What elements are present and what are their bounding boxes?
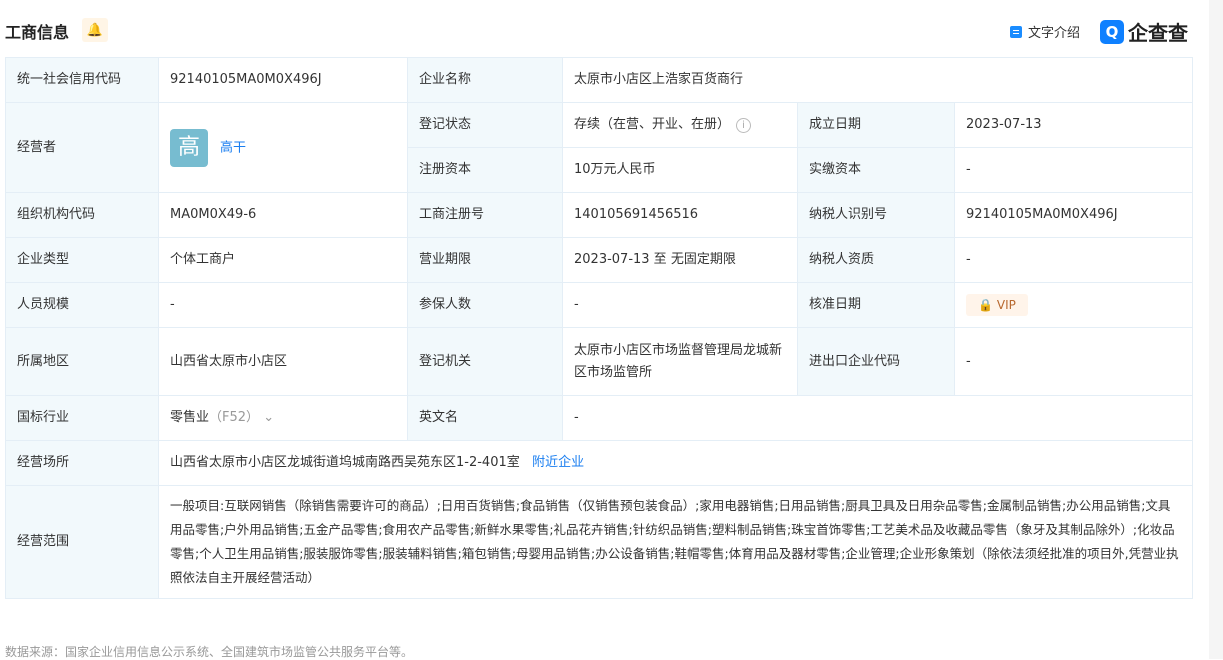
logo-text: 企查查 xyxy=(1128,21,1188,45)
nearby-link[interactable]: 附近企业 xyxy=(532,455,584,470)
label: 成立日期 xyxy=(797,102,955,148)
label: 所属地区 xyxy=(5,327,159,396)
scrollbar[interactable] xyxy=(1209,0,1223,659)
label: 国标行业 xyxy=(5,395,159,441)
document-icon xyxy=(1010,25,1022,38)
industry: 零售业 xyxy=(170,410,210,425)
credit-code: 92140105MA0M0X496J xyxy=(158,57,408,103)
label: 组织机构代码 xyxy=(5,192,159,238)
label: 注册资本 xyxy=(407,147,563,193)
label: 登记状态 xyxy=(407,102,563,148)
capital: 10万元人民币 xyxy=(562,147,798,193)
business-scope: 一般项目:互联网销售（除销售需要许可的商品）;日用百货销售;食品销售（仅销售预包… xyxy=(157,485,1194,599)
org-code: MA0M0X49-6 xyxy=(158,192,408,238)
section-title: 工商信息 xyxy=(5,23,70,42)
label: 人员规模 xyxy=(5,282,159,328)
label: 核准日期 xyxy=(797,282,955,328)
label: 进出口企业代码 xyxy=(797,327,955,396)
avatar: 高 xyxy=(170,128,208,167)
label: 企业类型 xyxy=(5,237,159,283)
company-name: 太原市小店区上浩家百货商行 xyxy=(561,57,1194,103)
approve-cell: 🔒 VIP xyxy=(953,282,1194,328)
business-info-table: 统一社会信用代码 92140105MA0M0X496J 企业名称 太原市小店区上浩家百… xyxy=(5,57,1194,599)
status-cell: 存续（在营、开业、在册） i xyxy=(562,102,798,148)
operator-cell: 高高干 xyxy=(158,102,408,193)
info-icon[interactable]: i xyxy=(736,118,752,133)
label: 经营场所 xyxy=(5,440,159,486)
address-cell: 山西省太原市小店区龙城街道坞城南路西吴苑东区1-2-401室 附近企业 xyxy=(157,440,1194,486)
label: 营业期限 xyxy=(407,237,563,283)
text-intro-button[interactable]: 文字介绍 xyxy=(1010,22,1080,41)
staff-size: - xyxy=(158,282,408,328)
region: 山西省太原市小店区 xyxy=(158,327,408,396)
label: 经营范围 xyxy=(5,485,159,599)
tax-id: 92140105MA0M0X496J xyxy=(953,192,1194,238)
chevron-down-icon[interactable]: ⌄ xyxy=(263,410,274,425)
label: 纳税人资质 xyxy=(797,237,955,283)
found-date: 2023-07-13 xyxy=(953,102,1194,148)
vip-lock-badge[interactable]: 🔒 VIP xyxy=(966,293,1028,316)
business-term: 2023-07-13 至 无固定期限 xyxy=(562,237,798,283)
label: 实缴资本 xyxy=(797,147,955,193)
label: 登记机关 xyxy=(407,327,563,396)
qcc-logo: Q 企查查 xyxy=(1100,17,1188,46)
label: 纳税人识别号 xyxy=(797,192,955,238)
ie-code: - xyxy=(953,327,1194,396)
insured-count: - xyxy=(562,282,798,328)
operator-link[interactable]: 高干 xyxy=(220,140,246,155)
label: 工商注册号 xyxy=(407,192,563,238)
authority: 太原市小店区市场监督管理局龙城新区市场监管所 xyxy=(562,327,798,396)
status: 存续（在营、开业、在册） xyxy=(574,117,731,132)
industry-code: （F52） xyxy=(209,410,260,425)
label: 企业名称 xyxy=(407,57,563,103)
address: 山西省太原市小店区龙城街道坞城南路西吴苑东区1-2-401室 xyxy=(170,455,520,470)
industry-cell[interactable]: 零售业（F52） ⌄ xyxy=(158,395,408,441)
logo-icon: Q xyxy=(1100,19,1124,44)
data-source: 数据来源：国家企业信用信息公示系统、全国建筑市场监管公共服务平台等。 xyxy=(5,645,414,659)
vip-label: VIP xyxy=(996,297,1016,312)
label: 经营者 xyxy=(5,102,159,193)
reg-no: 140105691456516 xyxy=(562,192,798,238)
english-name: - xyxy=(561,395,1194,441)
label: 参保人数 xyxy=(407,282,563,328)
company-type: 个体工商户 xyxy=(158,237,408,283)
text-intro-label: 文字介绍 xyxy=(1028,26,1081,41)
paid-capital: - xyxy=(953,147,1194,193)
label: 统一社会信用代码 xyxy=(5,57,159,103)
bell-icon[interactable]: 🔔 xyxy=(82,18,108,42)
label: 英文名 xyxy=(407,395,563,441)
tax-qualification: - xyxy=(953,237,1194,283)
